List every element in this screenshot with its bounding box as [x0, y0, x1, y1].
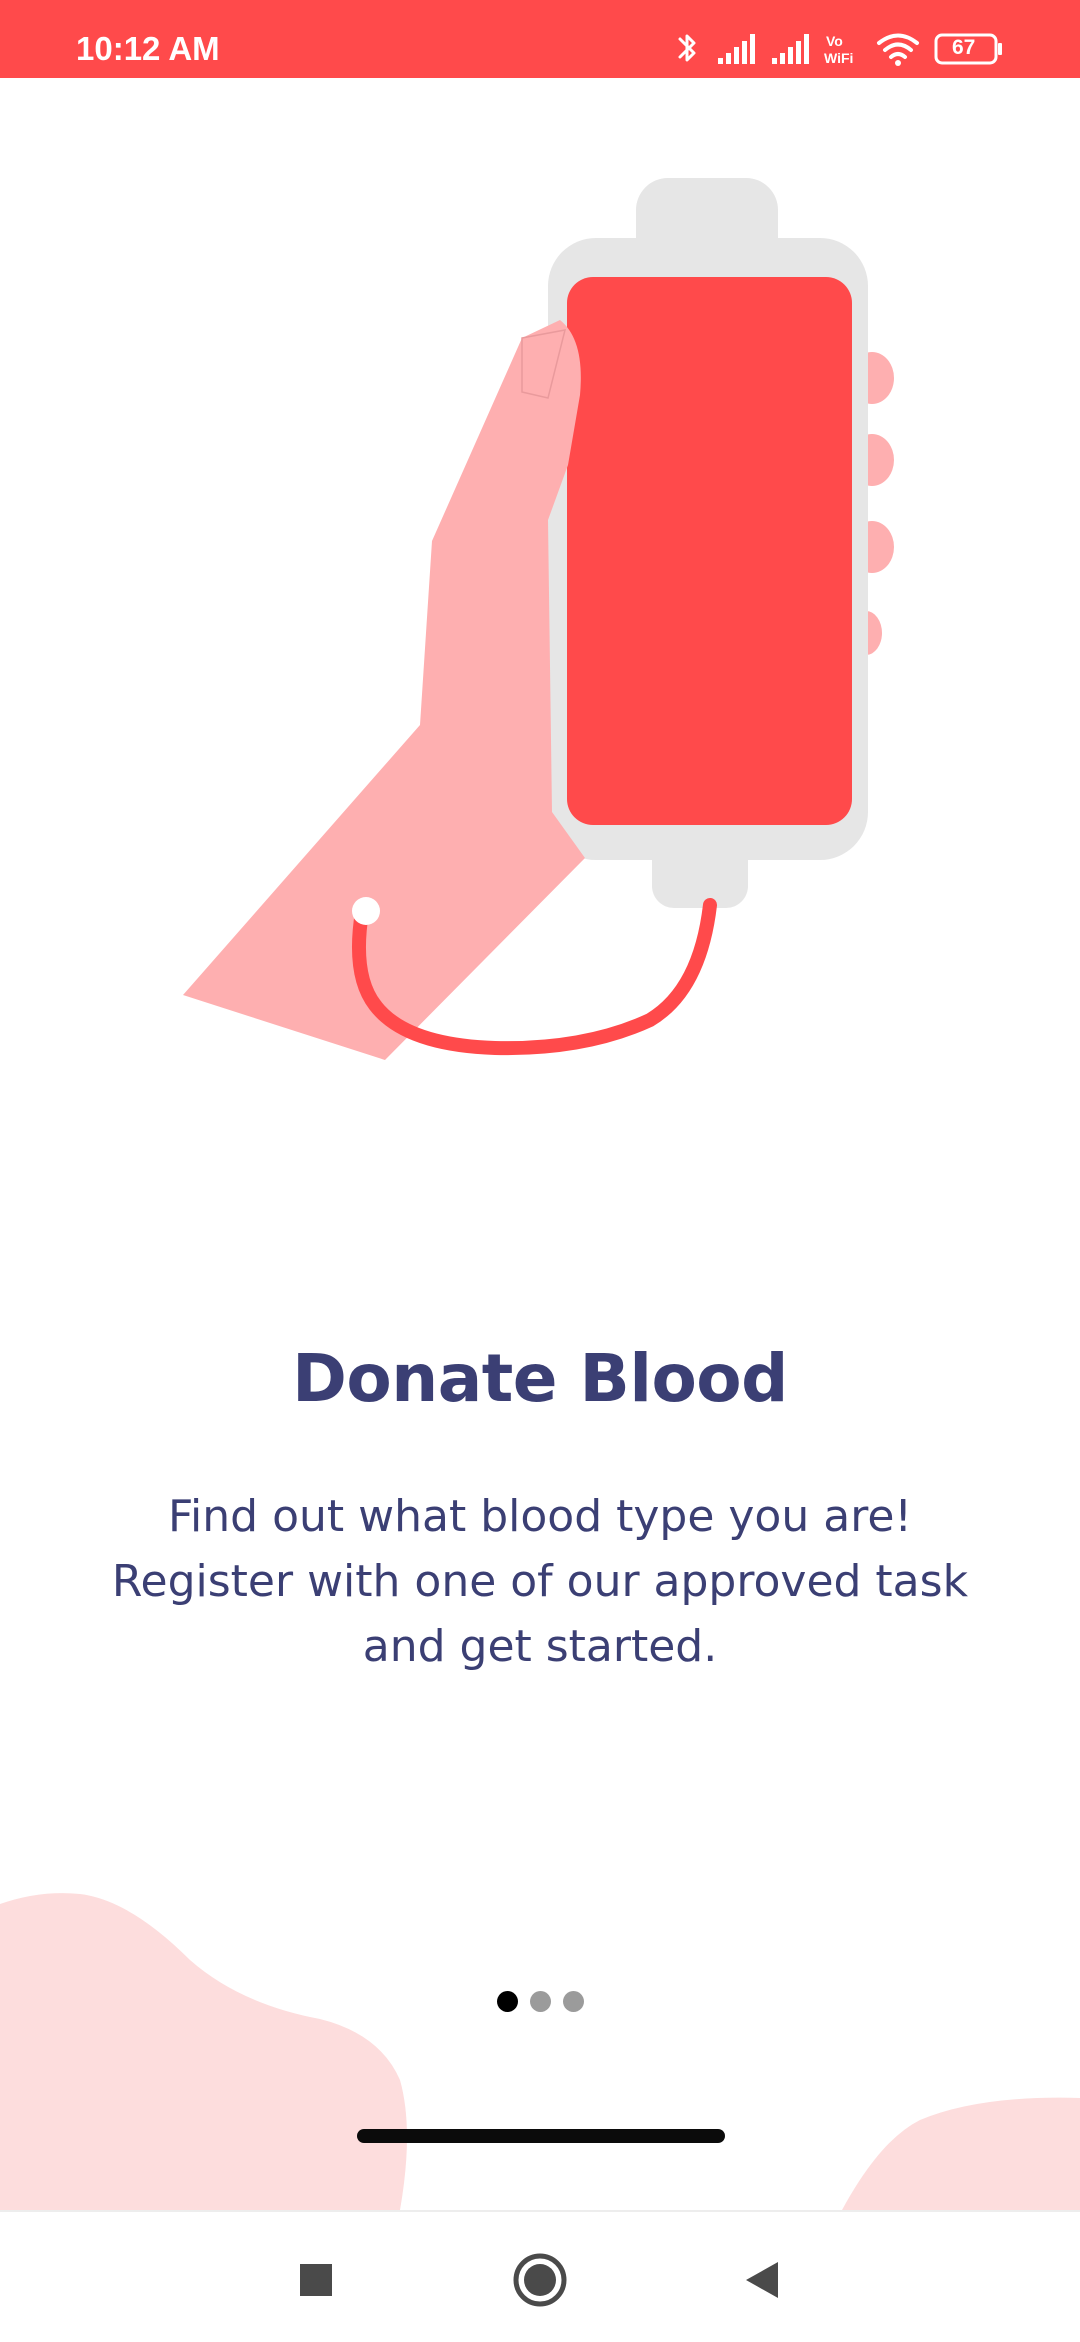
page-dot[interactable] — [529, 1991, 551, 2012]
page-indicator — [0, 1991, 1080, 2012]
home-circle-icon — [513, 2253, 567, 2307]
home-indicator-bar[interactable] — [357, 2129, 725, 2143]
bluetooth-icon — [678, 34, 696, 62]
onboarding-title: Donate Blood — [292, 1340, 788, 1417]
onboarding-description: Find out what blood type you are! Regist… — [111, 1491, 969, 1672]
blood-fill — [567, 277, 852, 825]
recents-button[interactable] — [284, 2248, 348, 2312]
status-bar: 10:12 AM Vo WiFi 67 — [0, 0, 1080, 78]
blood-bag-illustration — [183, 178, 894, 1060]
recents-square-icon — [300, 2264, 332, 2296]
status-time: 10:12 AM — [76, 30, 220, 67]
needle-tip — [352, 897, 380, 925]
system-navigation-bar — [0, 2210, 1080, 2342]
signal-icon — [772, 34, 809, 64]
signal-icon — [718, 34, 755, 64]
blob-left — [0, 1893, 407, 2210]
page-dot-active[interactable] — [496, 1991, 518, 2012]
back-triangle-icon — [746, 2262, 778, 2298]
blob-right — [842, 2097, 1080, 2210]
svg-text:Vo: Vo — [826, 33, 843, 49]
page-dot[interactable] — [562, 1991, 584, 2012]
wifi-icon — [877, 33, 919, 66]
background-blob — [0, 1893, 1080, 2210]
home-button[interactable] — [508, 2248, 572, 2312]
svg-text:WiFi: WiFi — [824, 50, 853, 66]
hand — [183, 320, 585, 1060]
back-button[interactable] — [730, 2248, 794, 2312]
battery-level: 67 — [952, 36, 976, 59]
vowifi-icon: Vo WiFi — [824, 33, 853, 66]
